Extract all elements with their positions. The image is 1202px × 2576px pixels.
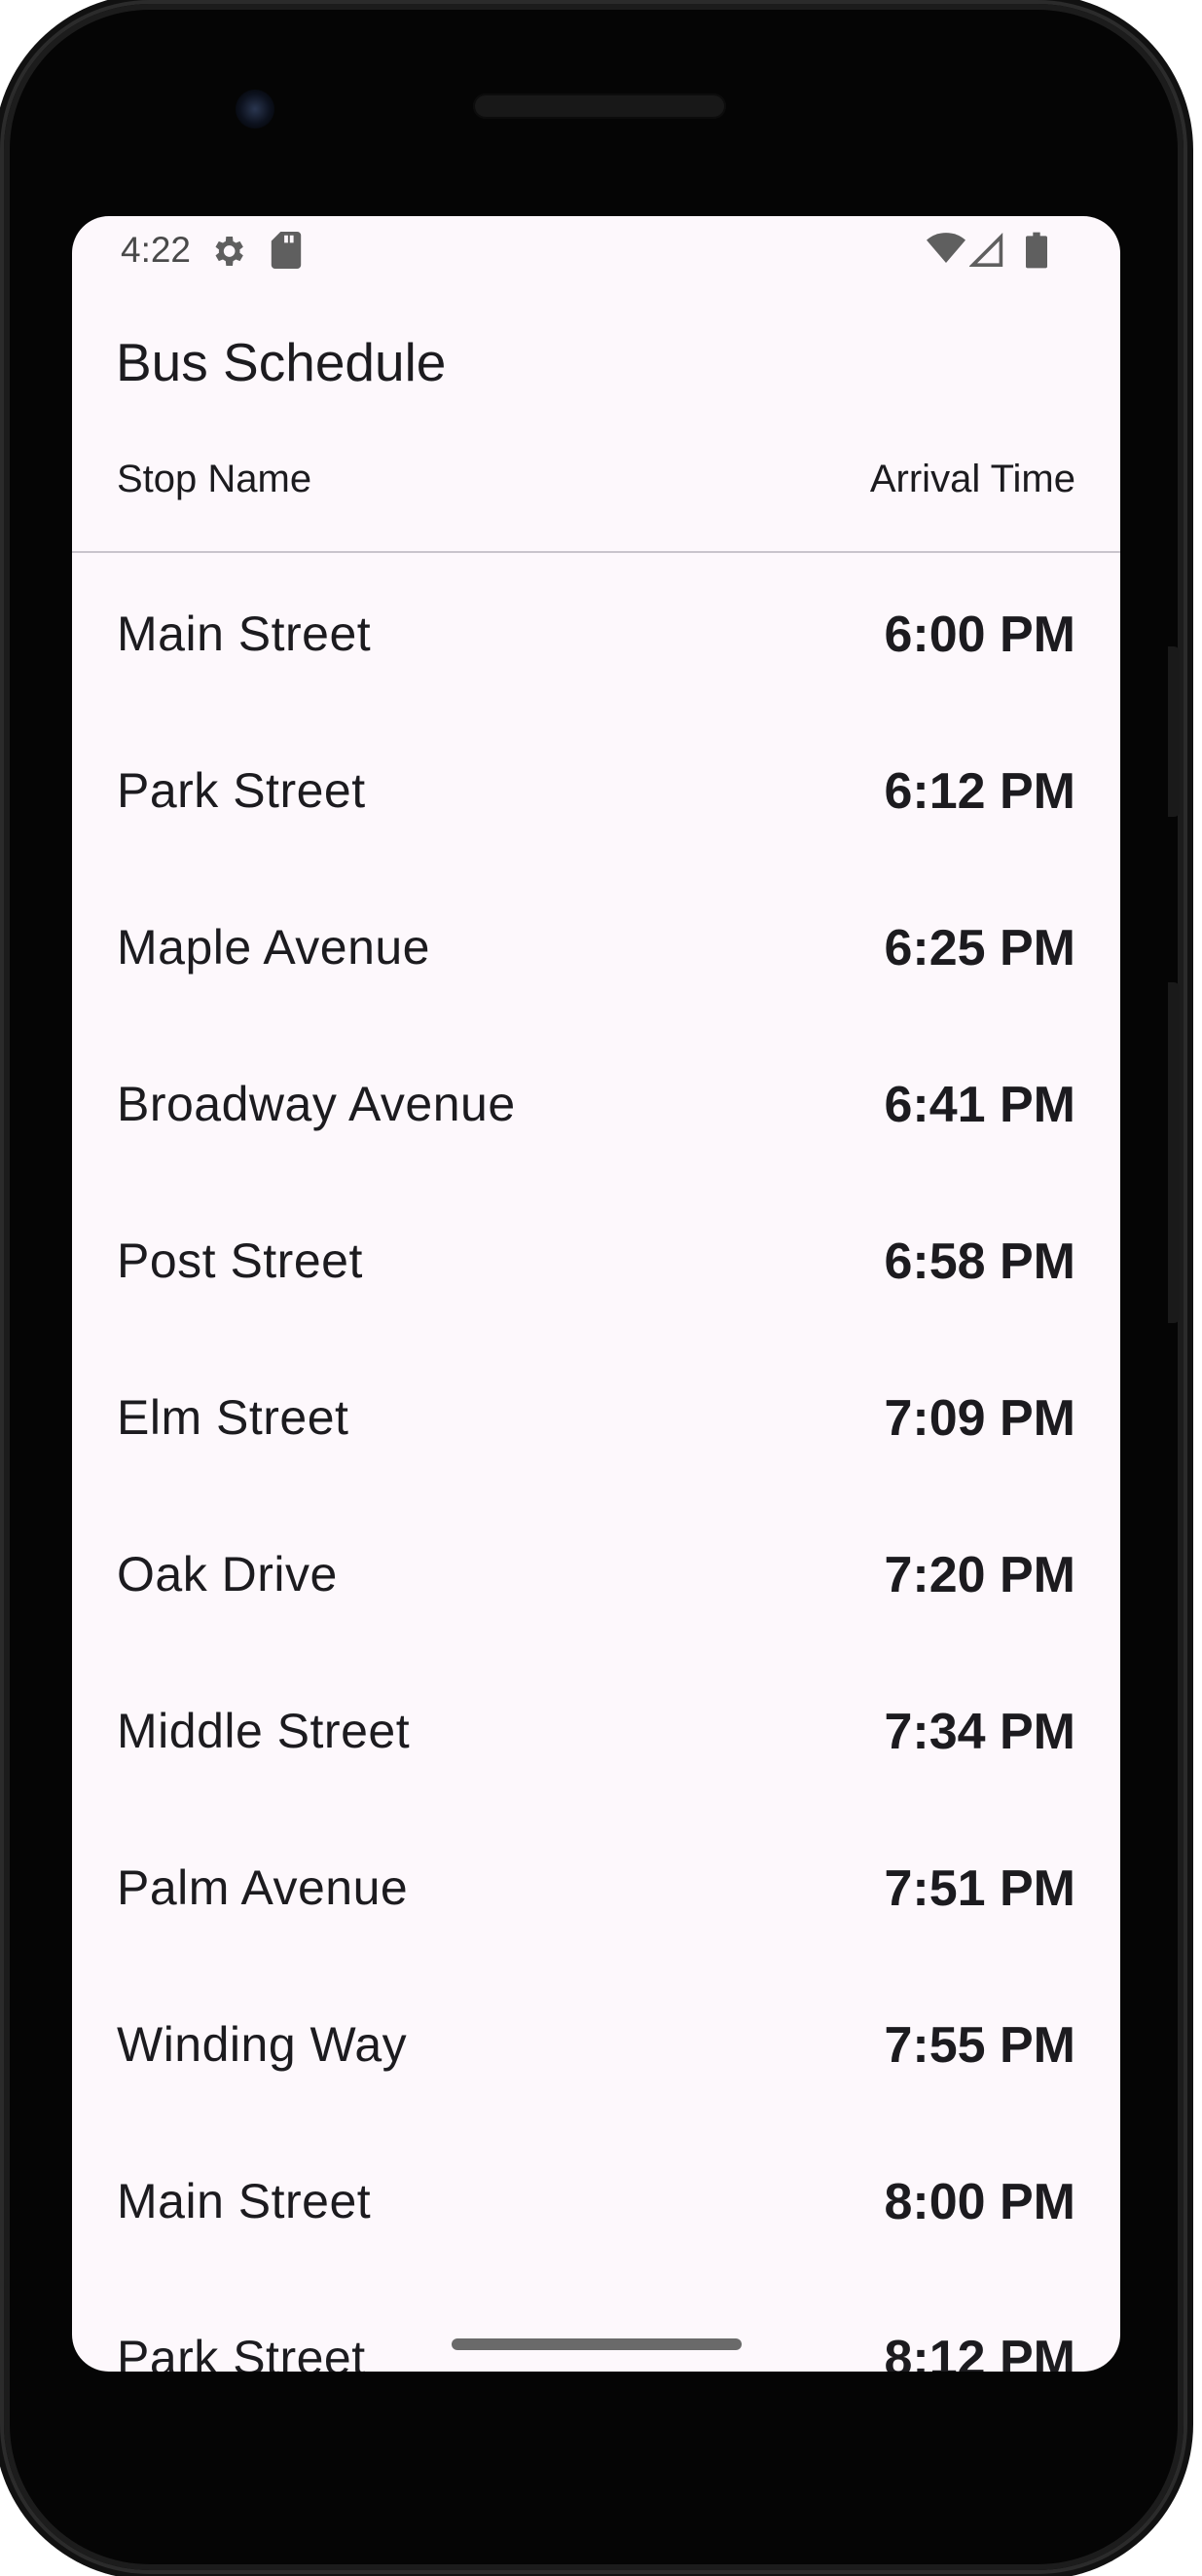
stop-name: Park Street	[117, 2331, 366, 2372]
stop-name: Main Street	[117, 607, 372, 661]
power-button	[1168, 646, 1180, 817]
schedule-row[interactable]: Winding Way 7:55 PM	[72, 2016, 1120, 2173]
stop-name: Main Street	[117, 2174, 372, 2228]
settings-gear-icon	[215, 237, 243, 266]
gesture-navigation-bar[interactable]	[452, 2338, 742, 2350]
status-time: 4:22	[121, 230, 192, 270]
stop-name: Middle Street	[117, 1704, 411, 1758]
arrival-time: 8:00 PM	[884, 2174, 1075, 2230]
app-screen: 4:22 Bus Schedule Stop Name Arrival Time	[72, 216, 1120, 2372]
schedule-row[interactable]: Elm Street 7:09 PM	[72, 1389, 1120, 1546]
stop-name: Elm Street	[117, 1390, 349, 1445]
schedule-row[interactable]: Post Street 6:58 PM	[72, 1233, 1120, 1389]
phone-frame: 4:22 Bus Schedule Stop Name Arrival Time	[4, 4, 1184, 2570]
column-header-stop-name: Stop Name	[117, 458, 312, 500]
table-header: Stop Name Arrival Time	[72, 458, 1120, 516]
schedule-row[interactable]: Main Street 6:00 PM	[72, 606, 1120, 762]
stop-name: Maple Avenue	[117, 920, 430, 975]
column-header-arrival-time: Arrival Time	[869, 458, 1075, 500]
schedule-row[interactable]: Oak Drive 7:20 PM	[72, 1546, 1120, 1703]
arrival-time: 7:34 PM	[884, 1704, 1075, 1760]
wifi-icon	[927, 233, 965, 263]
sd-card-icon	[271, 232, 302, 269]
schedule-row[interactable]: Broadway Avenue 6:41 PM	[72, 1076, 1120, 1233]
arrival-time: 6:00 PM	[884, 607, 1075, 663]
arrival-time: 6:41 PM	[884, 1077, 1075, 1133]
stop-name: Park Street	[117, 763, 366, 818]
arrival-time: 7:09 PM	[884, 1390, 1075, 1447]
arrival-time: 6:25 PM	[884, 920, 1075, 976]
status-bar: 4:22	[72, 216, 1120, 284]
stop-name: Post Street	[117, 1233, 363, 1288]
arrival-time: 6:58 PM	[884, 1233, 1075, 1290]
stop-name: Winding Way	[117, 2017, 408, 2072]
volume-button	[1168, 982, 1180, 1323]
schedule-row[interactable]: Park Street 8:12 PM	[72, 2330, 1120, 2372]
schedule-row[interactable]: Main Street 8:00 PM	[72, 2173, 1120, 2330]
arrival-time: 7:20 PM	[884, 1547, 1075, 1603]
app-title: Bus Schedule	[116, 332, 447, 392]
arrival-time: 7:55 PM	[884, 2017, 1075, 2074]
header-divider	[72, 551, 1120, 553]
schedule-row[interactable]: Maple Avenue 6:25 PM	[72, 919, 1120, 1076]
stop-name: Palm Avenue	[117, 1860, 409, 1915]
schedule-row[interactable]: Palm Avenue 7:51 PM	[72, 1859, 1120, 2016]
arrival-time: 8:12 PM	[884, 2331, 1075, 2372]
stop-name: Broadway Avenue	[117, 1077, 516, 1131]
schedule-row[interactable]: Park Street 6:12 PM	[72, 762, 1120, 919]
front-camera	[236, 90, 274, 129]
stop-name: Oak Drive	[117, 1547, 338, 1601]
arrival-time: 6:12 PM	[884, 763, 1075, 820]
arrival-time: 7:51 PM	[884, 1860, 1075, 1917]
battery-icon	[1026, 232, 1047, 269]
cellular-signal-icon	[969, 233, 1003, 267]
schedule-row[interactable]: Middle Street 7:34 PM	[72, 1703, 1120, 1859]
earpiece-speaker	[473, 93, 726, 119]
